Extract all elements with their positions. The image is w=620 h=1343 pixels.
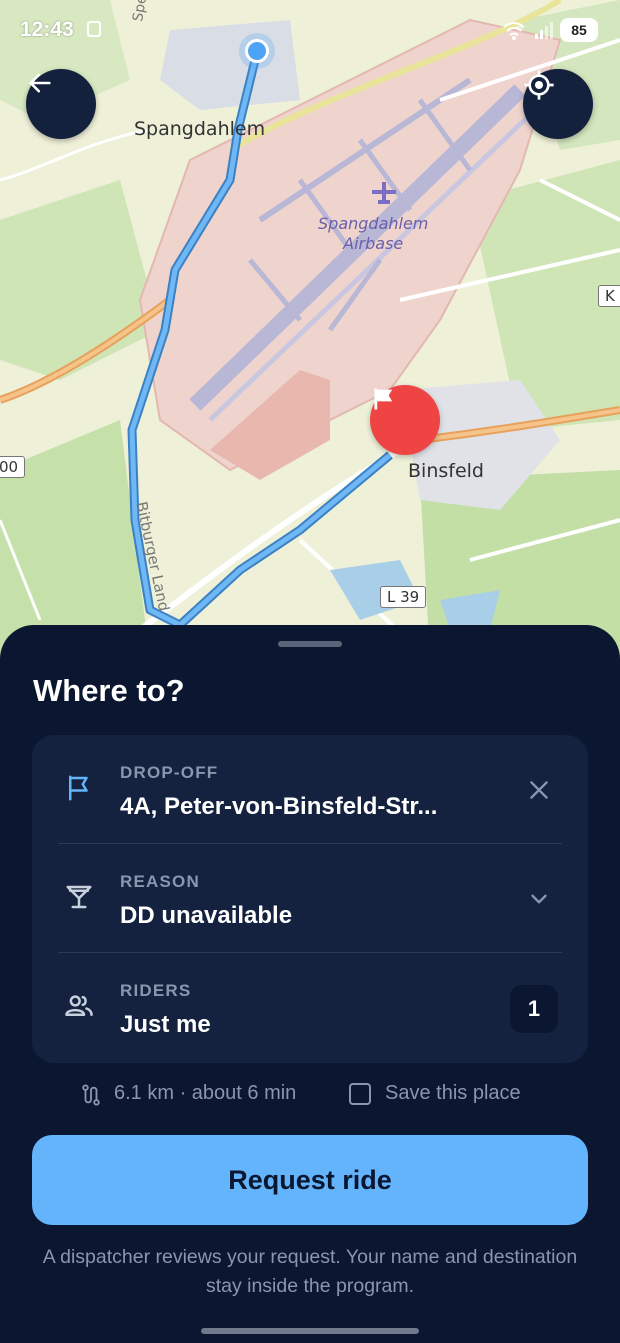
clear-icon[interactable] (526, 777, 552, 803)
notification-icon (87, 21, 101, 37)
back-button[interactable] (26, 69, 96, 139)
save-place-checkbox[interactable] (349, 1083, 371, 1105)
road-label-l39: L 39 (380, 586, 427, 608)
battery-indicator: 85 (560, 18, 598, 42)
wifi-icon (503, 22, 525, 40)
crosshair-icon (524, 70, 554, 100)
road-label-left: 00 (0, 456, 26, 478)
sheet-title: Where to? (33, 673, 185, 708)
request-ride-button[interactable]: Request ride (32, 1135, 588, 1225)
dropoff-label: DROP-OFF (120, 763, 219, 782)
reason-label: REASON (120, 872, 200, 891)
destination-marker[interactable] (370, 385, 440, 455)
route-icon (82, 1084, 100, 1106)
chevron-down-icon[interactable] (526, 886, 552, 912)
rider-count-button[interactable]: 1 (510, 985, 558, 1033)
map-view[interactable]: Spangdahlem Spangdahlem Airbase Binsfeld… (0, 0, 620, 660)
reason-row[interactable]: REASON DD unavailable (32, 844, 588, 952)
map-label-binsfeld: Binsfeld (408, 460, 484, 482)
save-place-label[interactable]: Save this place (385, 1082, 521, 1105)
trip-summary: 6.1 km · about 6 min (114, 1082, 297, 1104)
map-label-airbase: Spangdahlem Airbase (318, 214, 429, 253)
road-label-right: K (598, 285, 620, 307)
flag-icon (374, 388, 393, 410)
dropoff-row[interactable]: DROP-OFF 4A, Peter-von-Binsfeld-Str... (32, 735, 588, 843)
bottom-sheet: Where to? DROP-OFF 4A, Peter-von-Binsfel… (0, 625, 620, 1343)
sheet-grabber[interactable] (278, 641, 342, 647)
signal-icon (535, 22, 553, 39)
riders-row[interactable]: RIDERS Just me 1 (32, 953, 588, 1061)
locate-me-button[interactable] (523, 69, 593, 139)
status-bar: 12:43 85 (0, 0, 620, 58)
trip-details-card: DROP-OFF 4A, Peter-von-Binsfeld-Str... R… (32, 735, 588, 1063)
people-icon (65, 995, 93, 1016)
cocktail-icon (66, 885, 92, 909)
dropoff-value: 4A, Peter-von-Binsfeld-Str... (120, 793, 438, 820)
reason-value: DD unavailable (120, 902, 293, 929)
arrow-left-icon (29, 73, 51, 93)
home-indicator[interactable] (201, 1328, 419, 1334)
riders-label: RIDERS (120, 981, 192, 1000)
trip-meta: 6.1 km · about 6 min Save this place (0, 1080, 620, 1110)
riders-value: Just me (120, 1011, 211, 1038)
map-label-spangdahlem: Spangdahlem (134, 118, 266, 140)
flag-outline-icon (69, 775, 88, 801)
privacy-note: A dispatcher reviews your request. Your … (42, 1246, 578, 1297)
status-time: 12:43 (20, 18, 74, 41)
